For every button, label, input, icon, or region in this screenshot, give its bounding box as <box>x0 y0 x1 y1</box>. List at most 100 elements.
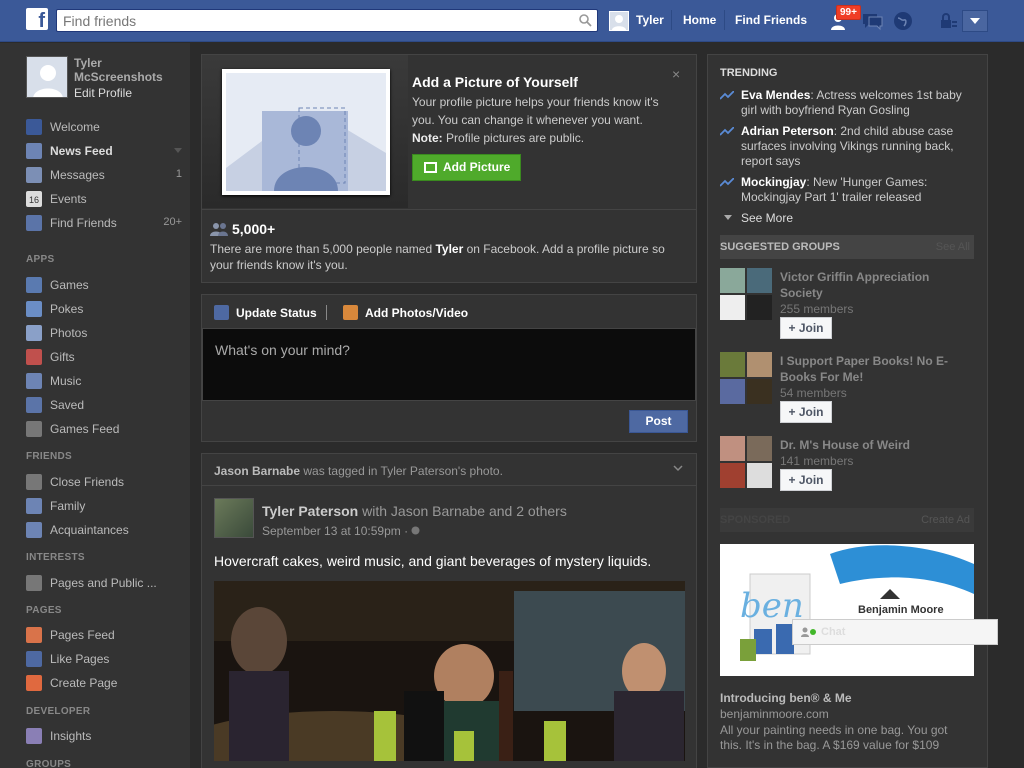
count-desc-before: There are more than 5,000 people named <box>210 242 436 256</box>
join-group-button[interactable]: + Join <box>780 317 832 339</box>
trending-item[interactable]: Mockingjay: New 'Hunger Games: Mockingja… <box>720 175 970 205</box>
nav-item-insights[interactable]: Insights <box>26 727 186 745</box>
nav-section-interests[interactable]: INTERESTS <box>26 552 85 563</box>
story-header-name[interactable]: Jason Barnabe <box>214 464 300 478</box>
home-link[interactable]: Home <box>683 13 716 27</box>
globe-icon[interactable] <box>891 10 915 32</box>
story-card: Jason Barnabe was tagged in Tyler Paters… <box>201 453 697 768</box>
group-name[interactable]: I Support Paper Books! No E-Books For Me… <box>780 353 970 385</box>
nav-item-events[interactable]: 16 Events <box>26 190 186 208</box>
update-status-tab[interactable]: Update Status <box>214 305 317 323</box>
nav-item-games-feed[interactable]: Games Feed <box>26 420 186 438</box>
ad-description: All your painting needs in one bag. You … <box>720 723 948 752</box>
silhouette-icon <box>226 107 386 191</box>
nav-item-welcome[interactable]: Welcome <box>26 118 186 136</box>
chevron-down-icon[interactable] <box>672 462 684 474</box>
profile-name[interactable]: Tyler McScreenshots <box>74 56 184 84</box>
chevron-down-icon[interactable] <box>174 148 182 153</box>
nav-item-saved[interactable]: Saved <box>26 396 186 414</box>
facebook-icon <box>26 119 42 135</box>
join-group-button[interactable]: + Join <box>780 401 832 423</box>
profile-avatar[interactable] <box>26 56 68 98</box>
trending-item[interactable]: Eva Mendes: Actress welcomes 1st baby gi… <box>720 88 970 118</box>
see-more-link[interactable]: See More <box>724 211 793 225</box>
add-picture-card: Add a Picture of Yourself Your profile p… <box>201 54 697 283</box>
story-photo[interactable] <box>214 581 685 761</box>
search-input[interactable] <box>57 10 567 31</box>
trending-title: TRENDING <box>720 67 778 79</box>
author-avatar[interactable] <box>214 498 254 538</box>
post-button[interactable]: Post <box>629 410 688 433</box>
group-thumbnails[interactable] <box>720 436 772 488</box>
nav-section-groups[interactable]: GROUPS <box>26 759 71 768</box>
insights-icon <box>26 728 42 744</box>
name-count-description: There are more than 5,000 people named T… <box>210 241 680 273</box>
top-profile-link[interactable]: Tyler <box>636 13 664 27</box>
chat-bar[interactable]: Chat <box>792 619 998 645</box>
messages-icon[interactable] <box>860 10 884 32</box>
pages-feed-icon <box>26 575 42 591</box>
note-text: Profile pictures are public. <box>446 131 585 145</box>
nav-item-acquaintances[interactable]: Acquaintances <box>26 521 186 539</box>
close-icon[interactable]: × <box>672 66 680 82</box>
nav-item-label: Gifts <box>50 350 75 364</box>
nav-item-music[interactable]: Music <box>26 372 186 390</box>
nav-section-apps[interactable]: APPS <box>26 254 54 265</box>
nav-item-news-feed[interactable]: News Feed <box>26 142 186 160</box>
story-header: Jason Barnabe was tagged in Tyler Paters… <box>214 464 503 478</box>
nav-item-count: 20+ <box>163 216 182 228</box>
see-all-link[interactable]: See All <box>936 235 970 259</box>
nav-section-pages[interactable]: PAGES <box>26 605 62 616</box>
join-group-button[interactable]: + Join <box>780 469 832 491</box>
nav-section-developer[interactable]: DEVELOPER <box>26 706 90 717</box>
top-separator <box>724 10 725 30</box>
nav-item-photos[interactable]: Photos <box>26 324 186 342</box>
nav-section-friends[interactable]: FRIENDS <box>26 451 72 462</box>
composer-card: Update Status Add Photos/Video Post <box>201 294 697 442</box>
nav-item-pages-feed[interactable]: Pages Feed <box>26 626 186 644</box>
nav-item-label: Acquaintances <box>50 523 129 537</box>
group-thumbnails[interactable] <box>720 352 772 404</box>
trending-item[interactable]: Adrian Peterson: 2nd child abuse case su… <box>720 124 970 169</box>
ad-brand: Benjamin Moore <box>858 604 944 616</box>
add-picture-button-label: Add Picture <box>443 160 511 174</box>
author-name[interactable]: Tyler Paterson <box>262 503 358 519</box>
flag-icon <box>26 627 42 643</box>
nav-item-label: Saved <box>50 398 85 412</box>
add-photos-label: Add Photos/Video <box>365 306 469 320</box>
nav-item-pages-public[interactable]: Pages and Public ... <box>26 574 186 592</box>
nav-item-close-friends[interactable]: Close Friends <box>26 473 186 491</box>
find-friends-link[interactable]: Find Friends <box>735 13 807 27</box>
photo-frame <box>222 69 390 195</box>
group-name[interactable]: Dr. M's House of Weird <box>780 437 970 453</box>
group-thumbnails[interactable] <box>720 268 772 320</box>
nav-item-label: Welcome <box>50 120 100 134</box>
nav-item-find-friends[interactable]: Find Friends 20+ <box>26 214 186 232</box>
nav-item-messages[interactable]: Messages 1 <box>26 166 186 184</box>
status-input[interactable] <box>202 328 696 401</box>
games-feed-icon <box>26 421 42 437</box>
nav-item-pokes[interactable]: Pokes <box>26 300 186 318</box>
search-box[interactable] <box>56 9 598 32</box>
search-icon[interactable] <box>579 14 592 27</box>
nav-item-like-pages[interactable]: Like Pages <box>26 650 186 668</box>
create-ad-link[interactable]: Create Ad <box>921 508 970 532</box>
nav-item-family[interactable]: Family <box>26 497 186 515</box>
add-picture-button[interactable]: Add Picture <box>412 154 521 181</box>
top-avatar[interactable] <box>609 11 629 31</box>
facebook-logo[interactable]: f <box>26 8 48 30</box>
account-menu-button[interactable] <box>962 10 988 32</box>
ad-url[interactable]: benjaminmoore.com <box>720 707 829 721</box>
group-name[interactable]: Victor Griffin Appreciation Society <box>780 269 970 301</box>
ad-image[interactable]: ben Benjamin Moore <box>720 544 974 676</box>
add-photos-tab[interactable]: Add Photos/Video <box>343 305 468 323</box>
edit-profile-link[interactable]: Edit Profile <box>74 86 132 100</box>
left-sidebar: Tyler McScreenshots Edit Profile Welcome… <box>0 43 190 768</box>
nav-item-games[interactable]: Games <box>26 276 186 294</box>
nav-item-label: Pages Feed <box>50 628 115 642</box>
nav-item-create-page[interactable]: Create Page <box>26 674 186 692</box>
privacy-shortcuts-icon[interactable] <box>936 10 960 32</box>
story-timestamp[interactable]: September 13 at 10:59pm · <box>262 524 420 538</box>
ad-title[interactable]: Introducing ben® & Me <box>720 691 852 705</box>
nav-item-gifts[interactable]: Gifts <box>26 348 186 366</box>
